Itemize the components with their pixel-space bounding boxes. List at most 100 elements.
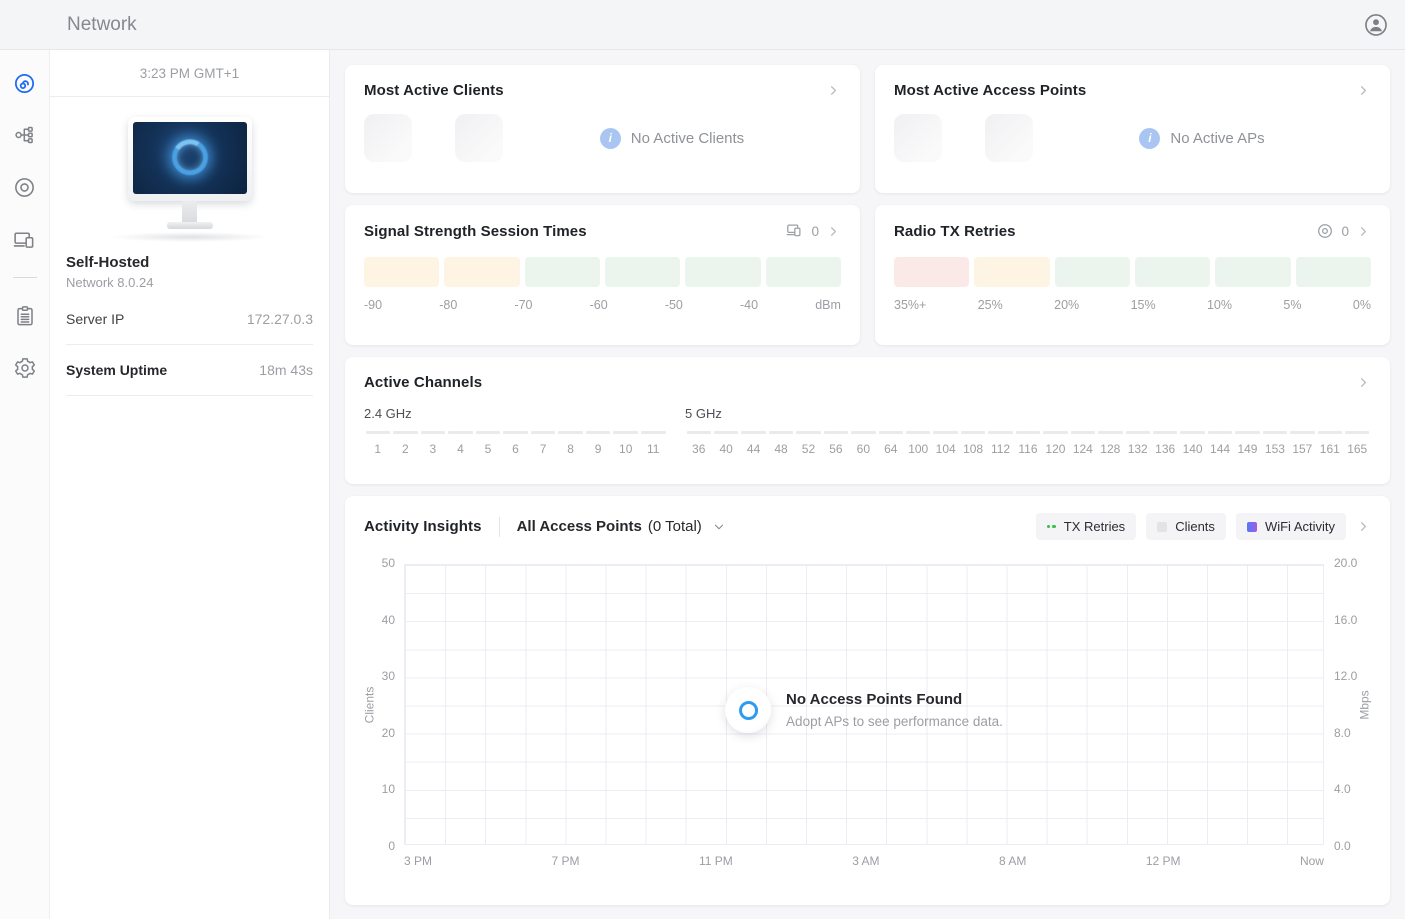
channel-number: 5 bbox=[474, 442, 502, 456]
channel-number: 161 bbox=[1316, 442, 1343, 456]
console-image bbox=[66, 117, 313, 242]
band-2-4ghz: 2.4 GHz 1 2 3 bbox=[364, 406, 667, 456]
retry-bars bbox=[894, 257, 1371, 287]
chevron-right-icon bbox=[1362, 227, 1366, 235]
signal-bar bbox=[766, 257, 841, 287]
radio-tx-expand[interactable] bbox=[1356, 224, 1371, 239]
signal-label: -40 bbox=[740, 298, 758, 312]
channel-tick bbox=[988, 431, 1012, 434]
signal-bars bbox=[364, 257, 841, 287]
channel-number: 124 bbox=[1069, 442, 1096, 456]
signal-strength-title: Signal Strength Session Times bbox=[364, 223, 587, 240]
plot-grid: No Access Points Found Adopt APs to see … bbox=[404, 564, 1324, 845]
y-tick: 50 bbox=[382, 556, 395, 570]
x-tick: 3 PM bbox=[404, 854, 432, 868]
sidebar-item-dashboard[interactable] bbox=[7, 65, 43, 101]
active-channels-expand[interactable] bbox=[1356, 375, 1371, 390]
channel-number: 149 bbox=[1234, 442, 1261, 456]
channel-tick bbox=[851, 431, 875, 434]
signal-bar bbox=[685, 257, 760, 287]
chevron-down-icon bbox=[712, 520, 726, 534]
channel-number: 44 bbox=[740, 442, 767, 456]
channel-cell: 153 bbox=[1261, 431, 1288, 456]
channel-tick bbox=[1263, 431, 1287, 434]
channel-number: 4 bbox=[447, 442, 475, 456]
legend-chip-wifi-activity[interactable]: WiFi Activity bbox=[1236, 513, 1346, 540]
channel-number: 136 bbox=[1151, 442, 1178, 456]
no-aps-message: No Access Points Found Adopt APs to see … bbox=[725, 687, 1003, 733]
signal-bar bbox=[364, 257, 439, 287]
channel-tick bbox=[503, 431, 528, 434]
signal-strength-expand[interactable] bbox=[826, 224, 841, 239]
channel-tick bbox=[558, 431, 583, 434]
channel-cell: 56 bbox=[822, 431, 849, 456]
channel-number: 112 bbox=[987, 442, 1014, 456]
signal-bar bbox=[444, 257, 519, 287]
y-tick: 12.0 bbox=[1334, 669, 1357, 683]
signal-label: dBm bbox=[815, 298, 841, 312]
channel-cell: 48 bbox=[767, 431, 794, 456]
chevron-right-icon bbox=[1362, 523, 1366, 531]
ap-selector[interactable]: All Access Points (0 Total) bbox=[517, 518, 726, 535]
channel-number: 104 bbox=[932, 442, 959, 456]
channel-cell: 11 bbox=[639, 431, 667, 456]
sidebar-item-unifi-devices[interactable] bbox=[7, 169, 43, 205]
sidebar-item-insights[interactable] bbox=[7, 298, 43, 334]
channel-tick bbox=[393, 431, 418, 434]
legend-chip-clients[interactable]: Clients bbox=[1146, 513, 1226, 540]
legend-label: WiFi Activity bbox=[1265, 519, 1335, 534]
server-ip-label: Server IP bbox=[66, 311, 124, 327]
y-tick: 20 bbox=[382, 726, 395, 740]
channel-tick bbox=[879, 431, 903, 434]
server-ip-value: 172.27.0.3 bbox=[247, 311, 313, 327]
legend-chip-tx-retries[interactable]: TX Retries bbox=[1036, 513, 1136, 540]
channel-tick bbox=[448, 431, 473, 434]
x-tick: 8 AM bbox=[999, 854, 1026, 868]
most-active-aps-expand[interactable] bbox=[1356, 83, 1371, 98]
channel-cell: 140 bbox=[1179, 431, 1206, 456]
sidebar-item-settings[interactable] bbox=[7, 350, 43, 386]
dashboard-content: Most Active Clients i No Active Clients … bbox=[331, 50, 1405, 919]
y-tick: 4.0 bbox=[1334, 782, 1351, 796]
chevron-right-icon bbox=[1362, 87, 1366, 95]
signal-label: -60 bbox=[590, 298, 608, 312]
retry-label: 20% bbox=[1054, 298, 1079, 312]
settings-gear-icon bbox=[13, 356, 37, 380]
channel-number: 116 bbox=[1014, 442, 1041, 456]
sidebar-item-topology[interactable] bbox=[7, 117, 43, 153]
console-name: Self-Hosted bbox=[66, 254, 313, 271]
channel-number: 8 bbox=[557, 442, 585, 456]
chevron-right-icon bbox=[832, 227, 836, 235]
retry-label: 25% bbox=[978, 298, 1003, 312]
clients-icon bbox=[12, 227, 37, 252]
channel-number: 140 bbox=[1179, 442, 1206, 456]
channel-cell: 3 bbox=[419, 431, 447, 456]
ap-selector-label: All Access Points bbox=[517, 518, 642, 535]
unifi-glow-icon bbox=[168, 136, 211, 179]
channel-tick bbox=[613, 431, 638, 434]
no-aps-icon bbox=[739, 701, 758, 720]
channel-tick bbox=[1318, 431, 1342, 434]
clients-square-icon bbox=[1157, 522, 1167, 532]
no-aps-subtitle: Adopt APs to see performance data. bbox=[786, 714, 1003, 729]
page-title: Network bbox=[67, 0, 137, 49]
account-icon bbox=[1362, 11, 1390, 39]
sidebar-item-clients[interactable] bbox=[7, 221, 43, 257]
channel-tick bbox=[1016, 431, 1040, 434]
info-icon: i bbox=[1139, 128, 1160, 149]
channel-number: 1 bbox=[364, 442, 392, 456]
signal-strength-card: Signal Strength Session Times 0 bbox=[345, 205, 860, 345]
most-active-clients-expand[interactable] bbox=[826, 83, 841, 98]
channel-number: 64 bbox=[877, 442, 904, 456]
channel-number: 60 bbox=[850, 442, 877, 456]
channel-cell: 149 bbox=[1234, 431, 1261, 456]
band-2-4ghz-label: 2.4 GHz bbox=[364, 406, 667, 421]
activity-insights-expand[interactable] bbox=[1356, 519, 1371, 534]
channel-tick bbox=[1345, 431, 1369, 434]
retry-label: 5% bbox=[1283, 298, 1301, 312]
channel-tick bbox=[906, 431, 930, 434]
account-button[interactable] bbox=[1362, 11, 1390, 39]
channel-cell: 9 bbox=[584, 431, 612, 456]
console-version: Network 8.0.24 bbox=[66, 275, 313, 290]
most-active-aps-card: Most Active Access Points i No Active AP… bbox=[875, 65, 1390, 193]
